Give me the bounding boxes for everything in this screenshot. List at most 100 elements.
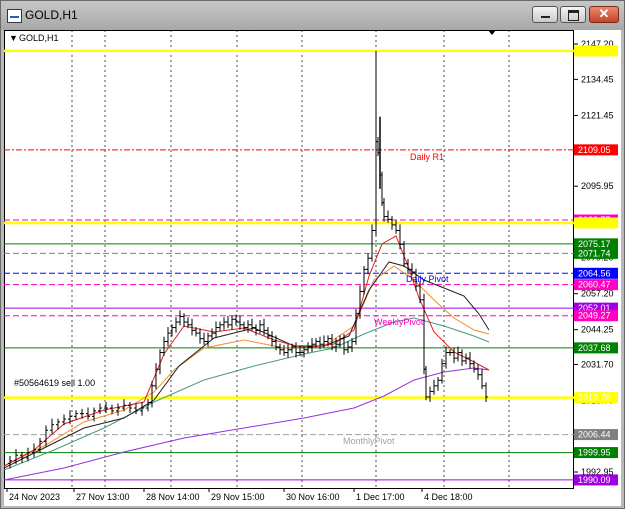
candle bbox=[386, 210, 390, 223]
candle bbox=[86, 407, 90, 420]
price-level-tag: 2049.27 bbox=[574, 310, 618, 322]
price-chart[interactable]: Daily R1 Daily Pivot WeeklyPivot Monthly… bbox=[4, 30, 621, 506]
price-level-tag: 2019.76 bbox=[574, 392, 618, 404]
candle bbox=[370, 224, 374, 262]
price-tick-label: 2134.45 bbox=[581, 74, 614, 84]
daily-pivot-label: Daily Pivot bbox=[406, 274, 449, 284]
weekly-pivot-label: WeeklyPivot bbox=[374, 317, 424, 327]
price-level-value: 2037.68 bbox=[578, 343, 611, 353]
candle bbox=[242, 321, 246, 331]
price-tick-label: 2095.95 bbox=[581, 181, 614, 191]
candle bbox=[218, 321, 222, 331]
time-tick-label: 30 Nov 16:00 bbox=[286, 492, 340, 502]
candle bbox=[448, 349, 452, 356]
time-tick-label: 27 Nov 13:00 bbox=[76, 492, 130, 502]
daily-r1-label: Daily R1 bbox=[410, 152, 444, 162]
time-tick-label: 4 Dec 18:00 bbox=[424, 492, 473, 502]
price-level-value: 2144.70 bbox=[578, 46, 611, 56]
candle bbox=[278, 343, 282, 355]
price-level-value: 2049.27 bbox=[578, 311, 611, 321]
candle bbox=[226, 315, 230, 329]
price-tick-label: 2057.20 bbox=[581, 289, 614, 299]
chart-symbol-icon[interactable]: ▼ bbox=[9, 33, 18, 43]
price-tick-label: 2044.25 bbox=[581, 325, 614, 335]
candle bbox=[398, 224, 402, 250]
candle bbox=[310, 338, 314, 352]
candle bbox=[424, 365, 428, 401]
candle bbox=[440, 358, 444, 384]
chart-window: GOLD,H1 ✕ Daily R1 Daily Pivot WeeklyPiv… bbox=[0, 0, 625, 509]
chart-shift-marker-icon[interactable] bbox=[488, 30, 496, 35]
candle bbox=[444, 346, 448, 369]
maximize-button[interactable] bbox=[560, 6, 586, 23]
close-icon: ✕ bbox=[598, 6, 610, 21]
candle bbox=[50, 418, 54, 434]
candle bbox=[480, 368, 484, 390]
candle bbox=[202, 332, 206, 345]
window-title: GOLD,H1 bbox=[25, 8, 78, 22]
candle bbox=[162, 336, 166, 356]
price-level-tag: 2060.47 bbox=[574, 279, 618, 291]
price-level-value: 2075.17 bbox=[578, 239, 611, 249]
price-level-tag: 2037.68 bbox=[574, 342, 618, 354]
candlesticks bbox=[8, 50, 488, 469]
candle bbox=[44, 425, 48, 447]
price-level-value: 2071.74 bbox=[578, 248, 611, 258]
time-tick-label: 29 Nov 15:00 bbox=[211, 492, 265, 502]
price-level-tag: 2006.44 bbox=[574, 429, 618, 441]
price-level-tag: 2144.70 bbox=[574, 45, 618, 57]
ma-orange bbox=[4, 265, 490, 467]
candle bbox=[366, 253, 370, 275]
close-button[interactable]: ✕ bbox=[589, 6, 619, 23]
title-bar[interactable]: GOLD,H1 ✕ bbox=[1, 1, 624, 30]
chart-symbol-label: GOLD,H1 bbox=[19, 33, 59, 43]
candle bbox=[214, 321, 218, 339]
candle bbox=[286, 343, 290, 358]
candle bbox=[382, 197, 386, 222]
candle bbox=[74, 410, 78, 420]
candle bbox=[428, 386, 432, 402]
candle bbox=[456, 346, 460, 362]
price-level-tag: 2082.70 bbox=[574, 217, 618, 229]
candle bbox=[146, 399, 150, 412]
candle bbox=[402, 241, 406, 268]
price-level-value: 2109.05 bbox=[578, 145, 611, 155]
price-level-tag: 2071.74 bbox=[574, 247, 618, 259]
chart-area[interactable]: Daily R1 Daily Pivot WeeklyPivot Monthly… bbox=[4, 30, 621, 506]
time-tick-label: 1 Dec 17:00 bbox=[356, 492, 405, 502]
candle bbox=[116, 403, 120, 416]
candle bbox=[174, 317, 178, 333]
candle bbox=[198, 328, 202, 344]
candle bbox=[222, 317, 226, 330]
time-tick-label: 28 Nov 14:00 bbox=[146, 492, 200, 502]
candle bbox=[166, 327, 170, 347]
candle bbox=[170, 324, 174, 337]
price-level-value: 2060.47 bbox=[578, 280, 611, 290]
price-tick-label: 2121.45 bbox=[581, 110, 614, 120]
candle bbox=[460, 349, 464, 366]
price-level-tag: 2064.56 bbox=[574, 267, 618, 279]
price-level-value: 2019.76 bbox=[578, 393, 611, 403]
candle bbox=[282, 345, 286, 356]
price-level-value: 2064.56 bbox=[578, 268, 611, 278]
minimize-button[interactable] bbox=[532, 6, 558, 23]
price-level-tag: 1999.95 bbox=[574, 447, 618, 459]
price-level-value: 2006.44 bbox=[578, 430, 611, 440]
time-axis: 24 Nov 2023 27 Nov 13:00 28 Nov 14:00 29 No… bbox=[6, 488, 473, 502]
candle bbox=[230, 315, 234, 330]
candle bbox=[158, 349, 162, 375]
price-level-value: 2082.70 bbox=[578, 218, 611, 228]
candle bbox=[238, 315, 242, 330]
candle bbox=[476, 364, 480, 380]
price-level-tag: 2109.05 bbox=[574, 144, 618, 156]
candle bbox=[484, 382, 488, 402]
candle bbox=[432, 379, 436, 395]
price-tick-label: 2031.70 bbox=[581, 359, 614, 369]
monthly-pivot-label: MonthlyPivot bbox=[343, 436, 395, 446]
candle bbox=[210, 328, 214, 340]
vertical-grid bbox=[71, 30, 510, 488]
order-label: #50564619 sell 1.00 bbox=[14, 378, 95, 388]
candle bbox=[98, 403, 102, 415]
time-tick-label: 24 Nov 2023 bbox=[9, 492, 60, 502]
ma-black bbox=[4, 261, 490, 469]
